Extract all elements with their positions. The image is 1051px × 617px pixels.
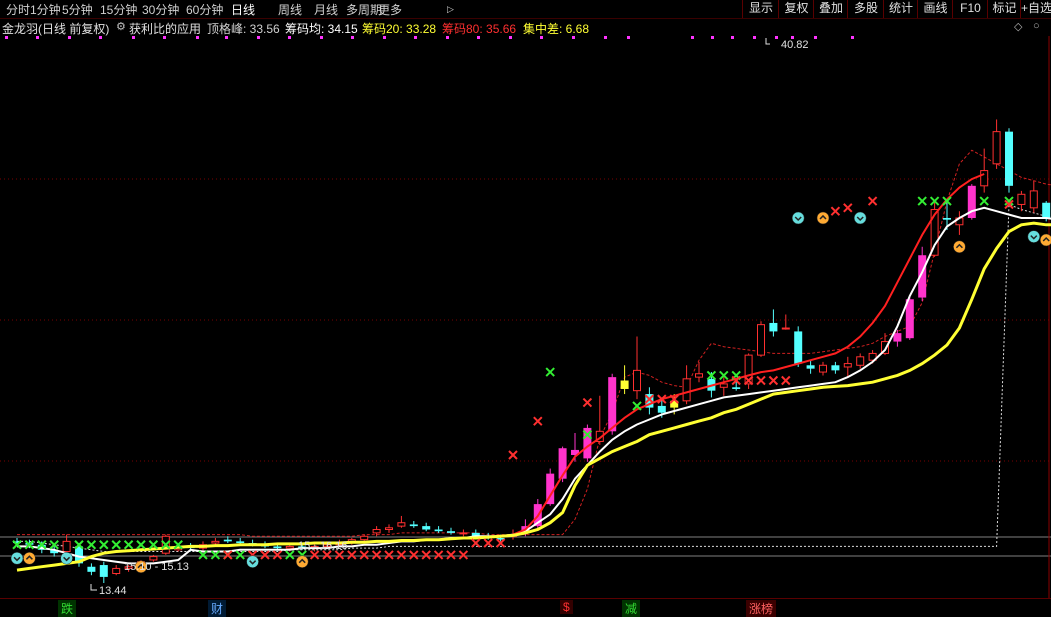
signal-dot <box>351 36 354 39</box>
signal-dot <box>383 36 386 39</box>
signal-dot <box>132 36 135 39</box>
signal-dot <box>691 36 694 39</box>
signal-dot <box>196 36 199 39</box>
candle-body <box>422 526 431 530</box>
candle-body <box>434 529 443 532</box>
candle-body <box>806 365 815 369</box>
signal-dot <box>731 36 734 39</box>
high-label-pointer <box>765 38 770 45</box>
signal-dot <box>163 36 166 39</box>
candle-body <box>372 529 381 534</box>
signal-dot <box>414 36 417 39</box>
candle-body <box>211 540 220 544</box>
candle-body <box>385 527 393 531</box>
event-marker-0[interactable]: 跌 <box>58 600 77 617</box>
signal-dot <box>477 36 480 39</box>
range-label: 15.10 - 15.13 <box>124 561 189 573</box>
up-signal-icon <box>816 211 830 225</box>
down-signal-icon <box>60 552 73 565</box>
candle-body <box>149 556 158 561</box>
candle-body <box>980 170 989 187</box>
candle-body <box>459 532 468 535</box>
candle-body <box>757 324 765 356</box>
signal-dot <box>288 36 291 39</box>
candle-body <box>62 540 71 553</box>
candle-body <box>657 405 666 413</box>
candle-body <box>943 217 951 220</box>
high-price-label: 40.82 <box>781 39 809 51</box>
candle-body <box>769 322 778 332</box>
down-signal-icon <box>853 211 867 225</box>
signal-dot <box>36 36 39 39</box>
candle-body <box>831 365 840 371</box>
candle-body <box>87 566 96 572</box>
down-signal-icon <box>10 552 24 565</box>
candle-body <box>1017 193 1026 205</box>
chip-mid-dashed-line <box>17 203 1051 552</box>
event-marker-bar: 跌 财 $ 减 涨榜 <box>0 598 1051 617</box>
candle-body <box>1005 131 1013 186</box>
signal-dot <box>509 36 512 39</box>
candle-body <box>732 387 741 389</box>
signal-dot <box>627 36 630 39</box>
candle-body <box>273 546 282 549</box>
candle-body <box>1042 202 1051 218</box>
candle-body <box>633 369 641 392</box>
candle-body <box>1029 190 1038 209</box>
chip-upper-dashed-line <box>17 149 1051 537</box>
candle-body <box>819 364 827 373</box>
signal-dot <box>851 36 854 39</box>
candle-body <box>236 541 245 544</box>
signal-dot <box>257 36 260 39</box>
low-price-label: 13.44 <box>99 585 127 597</box>
candle-body <box>695 373 703 378</box>
candle-body <box>397 522 406 527</box>
signal-dot <box>225 36 228 39</box>
kline-chart[interactable]: 40.82 13.44 15.10 - 15.13 15 - 16.16 <box>0 0 1051 614</box>
up-signal-icon <box>953 240 966 254</box>
down-signal-icon <box>246 555 259 568</box>
candle-body <box>719 383 728 388</box>
signal-dot <box>5 36 8 39</box>
signal-dot <box>320 36 323 39</box>
down-signal-icon <box>1027 230 1041 243</box>
signal-dot <box>814 36 817 39</box>
signal-dot <box>99 36 102 39</box>
up-signal-icon <box>295 555 309 568</box>
candle-body <box>285 545 294 549</box>
candle-body <box>447 531 455 533</box>
down-signal-icon <box>791 211 805 225</box>
signal-dot <box>711 36 714 39</box>
signal-dot <box>446 36 449 39</box>
candle-body <box>360 535 369 541</box>
event-marker-3[interactable]: 减 <box>622 600 641 617</box>
signal-dot <box>572 36 575 39</box>
candle-body <box>856 356 865 366</box>
candle-body <box>992 131 1001 165</box>
low-label-pointer <box>90 584 97 591</box>
candle-body <box>409 524 418 527</box>
candle-body <box>608 377 617 432</box>
candle-body <box>843 363 852 368</box>
signal-dot <box>775 36 778 39</box>
up-signal-icon <box>1039 233 1051 247</box>
candle-body <box>112 567 121 575</box>
signal-dot <box>540 36 543 39</box>
up-signal-icon <box>23 552 36 565</box>
event-marker-1[interactable]: 财 <box>208 600 227 617</box>
event-marker-4[interactable]: 涨榜 <box>746 600 777 617</box>
candle-body <box>781 327 790 330</box>
signal-dot <box>753 36 756 39</box>
candle-body <box>99 565 108 577</box>
candle-body <box>223 539 232 542</box>
signal-dot <box>68 36 71 39</box>
range-label: 15 - 16.16 <box>298 540 348 552</box>
candle-body <box>682 378 691 402</box>
event-marker-2[interactable]: $ <box>560 600 573 614</box>
candle-body <box>794 331 803 364</box>
candle-body <box>620 380 629 389</box>
signal-dot <box>604 36 607 39</box>
candle-body <box>893 333 902 342</box>
